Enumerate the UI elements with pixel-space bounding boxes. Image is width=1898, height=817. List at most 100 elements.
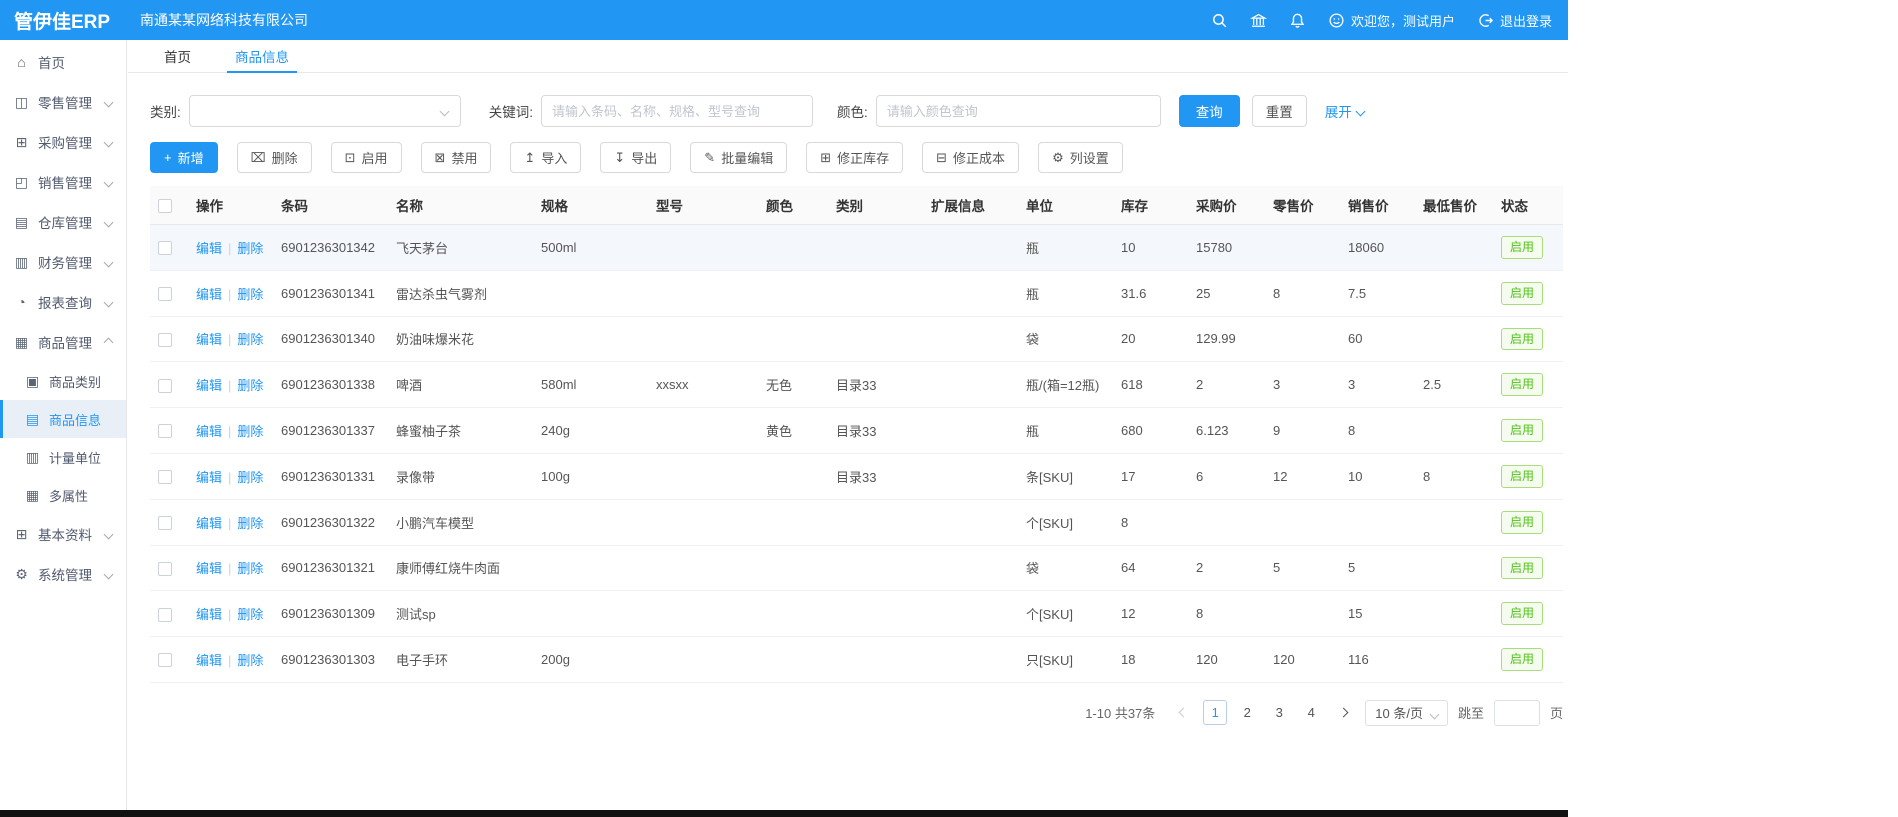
edit-link[interactable]: 编辑 xyxy=(196,653,222,668)
page-button-1[interactable]: 1 xyxy=(1203,700,1227,725)
row-checkbox[interactable] xyxy=(158,562,172,576)
import-icon: ↥ xyxy=(524,151,535,164)
disable-button[interactable]: ⊠禁用 xyxy=(421,142,492,173)
delete-link[interactable]: 删除 xyxy=(237,378,263,393)
tab-home[interactable]: 首页 xyxy=(162,40,193,72)
row-checkbox[interactable] xyxy=(158,516,172,530)
bell-icon[interactable] xyxy=(1289,12,1306,29)
color-input[interactable] xyxy=(876,95,1161,127)
fix-stock-button[interactable]: ⊞修正库存 xyxy=(806,142,903,173)
cell-spec: 240g xyxy=(533,408,648,454)
delete-button[interactable]: ⌧删除 xyxy=(237,142,312,173)
content-area: 类别: 关键词: 颜色: 查询 重置 展开 +新增⌧删除⊡启用⊠禁用↥导入↧导出… xyxy=(150,95,1563,746)
bank-icon[interactable] xyxy=(1250,12,1267,29)
delete-link[interactable]: 删除 xyxy=(237,561,263,576)
edit-link[interactable]: 编辑 xyxy=(196,470,222,485)
page-unit-label: 页 xyxy=(1550,703,1563,722)
delete-link[interactable]: 删除 xyxy=(237,287,263,302)
page-button-2[interactable]: 2 xyxy=(1235,700,1259,725)
edit-link[interactable]: 编辑 xyxy=(196,332,222,347)
delete-link[interactable]: 删除 xyxy=(237,516,263,531)
edit-link[interactable]: 编辑 xyxy=(196,561,222,576)
jump-page-input[interactable] xyxy=(1494,700,1540,726)
row-checkbox[interactable] xyxy=(158,287,172,301)
sidebar-item-multi-attr[interactable]: ▦多属性 xyxy=(0,476,126,514)
cell-model xyxy=(648,408,758,454)
sidebar-item-report[interactable]: ◔报表查询 xyxy=(0,282,126,322)
bottom-strip xyxy=(0,810,1568,817)
sidebar-item-home[interactable]: ⌂首页 xyxy=(0,42,126,82)
sidebar-item-warehouse[interactable]: ▤仓库管理 xyxy=(0,202,126,242)
cell-unit: 瓶 xyxy=(1018,408,1113,454)
row-checkbox[interactable] xyxy=(158,424,172,438)
delete-link[interactable]: 删除 xyxy=(237,241,263,256)
status-badge: 启用 xyxy=(1501,557,1543,580)
batch-edit-button[interactable]: ✎批量编辑 xyxy=(690,142,787,173)
status-badge: 启用 xyxy=(1501,465,1543,488)
edit-link[interactable]: 编辑 xyxy=(196,287,222,302)
edit-link[interactable]: 编辑 xyxy=(196,424,222,439)
cell-model xyxy=(648,545,758,591)
row-checkbox[interactable] xyxy=(158,333,172,347)
search-button[interactable]: 查询 xyxy=(1179,95,1240,127)
add-button[interactable]: +新增 xyxy=(150,142,218,173)
category-select[interactable] xyxy=(189,95,461,127)
page-button-4[interactable]: 4 xyxy=(1299,700,1323,725)
next-page-button[interactable] xyxy=(1331,700,1355,725)
edit-link[interactable]: 编辑 xyxy=(196,378,222,393)
delete-link[interactable]: 删除 xyxy=(237,653,263,668)
row-checkbox[interactable] xyxy=(158,470,172,484)
row-checkbox[interactable] xyxy=(158,653,172,667)
expand-link[interactable]: 展开 xyxy=(1325,101,1364,121)
delete-link[interactable]: 删除 xyxy=(237,424,263,439)
column-header: 零售价 xyxy=(1265,186,1340,225)
sidebar-item-purchase[interactable]: ⊞采购管理 xyxy=(0,122,126,162)
sidebar-item-basic-data[interactable]: ⊞基本资料 xyxy=(0,514,126,554)
cell-color xyxy=(758,453,828,499)
sidebar-item-goods-category[interactable]: ▣商品类别 xyxy=(0,362,126,400)
keyword-input[interactable] xyxy=(541,95,813,127)
delete-link[interactable]: 删除 xyxy=(237,332,263,347)
cell-stock: 64 xyxy=(1113,545,1188,591)
delete-link[interactable]: 删除 xyxy=(237,607,263,622)
page-button-3[interactable]: 3 xyxy=(1267,700,1291,725)
cell-color: 无色 xyxy=(758,362,828,408)
sidebar-item-finance[interactable]: ▥财务管理 xyxy=(0,242,126,282)
cell-lowest: 2.5 xyxy=(1415,362,1493,408)
edit-link[interactable]: 编辑 xyxy=(196,241,222,256)
reset-button[interactable]: 重置 xyxy=(1252,95,1307,127)
select-all-checkbox[interactable] xyxy=(158,199,172,213)
fix-cost-button[interactable]: ⊟修正成本 xyxy=(922,142,1019,173)
op-separator: | xyxy=(228,378,231,393)
row-checkbox[interactable] xyxy=(158,608,172,622)
user-welcome[interactable]: 欢迎您，测试用户 xyxy=(1328,11,1455,30)
sidebar-item-sales[interactable]: ◰销售管理 xyxy=(0,162,126,202)
report-icon: ◔ xyxy=(14,295,29,309)
delete-link[interactable]: 删除 xyxy=(237,470,263,485)
row-checkbox[interactable] xyxy=(158,379,172,393)
sidebar-item-goods-info[interactable]: ▤商品信息 xyxy=(0,400,126,438)
status-badge: 启用 xyxy=(1501,602,1543,625)
prev-page-button[interactable] xyxy=(1171,700,1195,725)
enable-button[interactable]: ⊡启用 xyxy=(331,142,402,173)
column-settings-button[interactable]: ⚙列设置 xyxy=(1038,142,1123,173)
logout-button[interactable]: 退出登录 xyxy=(1477,11,1552,30)
edit-link[interactable]: 编辑 xyxy=(196,516,222,531)
row-checkbox[interactable] xyxy=(158,241,172,255)
search-icon[interactable] xyxy=(1211,12,1228,29)
row-actions-cell: 编辑|删除 xyxy=(188,545,273,591)
row-actions-cell: 编辑|删除 xyxy=(188,408,273,454)
chevron-up-icon xyxy=(104,337,114,347)
tab-goods-info[interactable]: 商品信息 xyxy=(233,40,291,72)
chevron-down-icon xyxy=(104,257,114,267)
sidebar-item-system[interactable]: ⚙系统管理 xyxy=(0,554,126,594)
sidebar-item-retail[interactable]: ◫零售管理 xyxy=(0,82,126,122)
sidebar-item-measure-unit[interactable]: ▥计量单位 xyxy=(0,438,126,476)
import-button[interactable]: ↥导入 xyxy=(510,142,581,173)
export-button[interactable]: ↧导出 xyxy=(600,142,671,173)
cell-stock: 10 xyxy=(1113,225,1188,271)
edit-link[interactable]: 编辑 xyxy=(196,607,222,622)
cell-sale: 116 xyxy=(1340,637,1415,683)
page-size-select[interactable]: 10 条/页 xyxy=(1365,700,1448,726)
sidebar-item-goods[interactable]: ▦商品管理 xyxy=(0,322,126,362)
